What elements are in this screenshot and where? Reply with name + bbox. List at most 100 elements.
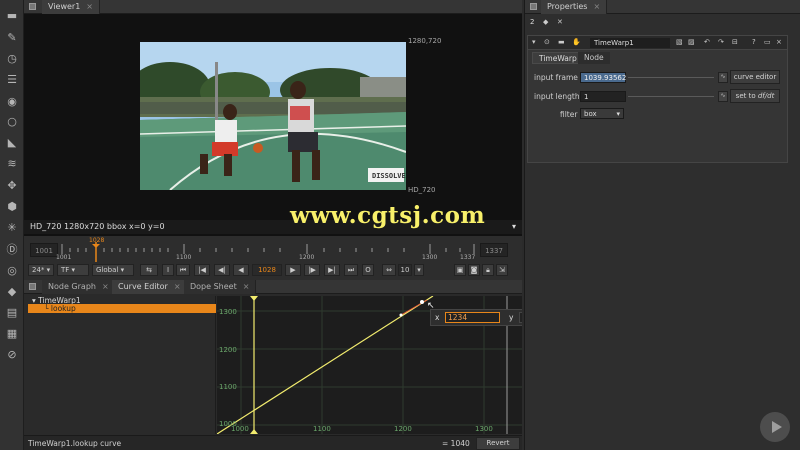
tab-node-graph[interactable]: Node Graph × (42, 280, 116, 294)
loop-mode-icon[interactable]: ⇆ (140, 264, 158, 276)
3d-cube-icon[interactable]: ⬢ (3, 197, 21, 215)
folder-icon[interactable]: ▬ (3, 6, 21, 24)
play-overlay-icon[interactable] (760, 412, 790, 442)
revert-icon[interactable]: ⊟ (732, 38, 738, 46)
tab-dope-sheet[interactable]: Dope Sheet × (184, 280, 257, 294)
close-icon[interactable]: × (174, 282, 181, 291)
end-frame-box[interactable]: 1337 (480, 243, 508, 257)
revert-button[interactable]: Revert (476, 437, 520, 450)
curve-graph[interactable]: 1300 1200 1100 1000 1000 1100 1200 1300 … (217, 296, 522, 434)
eye-icon[interactable]: ◎ (3, 261, 21, 279)
next-keyframe-icon[interactable]: ▶| (324, 264, 340, 276)
lock-icon[interactable]: 🔒︎ (482, 264, 494, 276)
y-axis-label-1300: 1300 (219, 308, 237, 316)
pane-menu-icon[interactable] (29, 3, 36, 10)
max-panels-count[interactable]: 2 (530, 18, 534, 26)
plugins-icon[interactable]: ⊘ (3, 345, 21, 363)
dfdt-label: df/dt (757, 92, 775, 100)
lock-panels-icon[interactable]: ◆ (543, 18, 548, 26)
animation-menu-icon[interactable]: ∿ (718, 72, 728, 83)
redo-icon[interactable]: ↷ (718, 38, 724, 46)
close-icon[interactable]: × (593, 2, 600, 11)
deep-icon[interactable]: Ⓓ (3, 240, 21, 258)
x-axis-label-1200: 1200 (394, 425, 412, 433)
skip-start-icon[interactable]: ⏮ (176, 264, 190, 276)
transform-icon[interactable]: ✥ (3, 176, 21, 194)
tab-properties[interactable]: Properties × (541, 0, 608, 14)
skip-end-icon[interactable]: ⏭ (344, 264, 358, 276)
input-frame-slider[interactable] (628, 77, 714, 78)
particles-icon[interactable]: ✳ (3, 218, 21, 236)
filter-dropdown[interactable]: box ▾ (580, 108, 624, 119)
x-coord-field[interactable]: 1234 (445, 312, 500, 323)
close-icon[interactable]: × (243, 282, 250, 291)
close-icon[interactable]: × (86, 2, 93, 11)
out-point-button[interactable]: O (362, 264, 374, 276)
undo-icon[interactable]: ↶ (704, 38, 710, 46)
paint-brush-icon[interactable]: ✎ (3, 28, 21, 46)
tab-node[interactable]: Node (578, 52, 610, 64)
tf-dropdown[interactable]: TF ▾ (57, 264, 89, 276)
close-icon[interactable]: × (776, 38, 782, 46)
step-increment-icon[interactable]: ⇔ (382, 264, 396, 276)
input-length-field[interactable]: 1 (580, 91, 626, 102)
timeline-ruler[interactable] (60, 238, 478, 262)
y-coord-field[interactable]: 1337 (519, 312, 522, 323)
capture-icon[interactable]: ◙ (468, 264, 480, 276)
clear-panels-icon[interactable]: ✕ (557, 18, 563, 26)
step-forward-icon[interactable]: |▶ (304, 264, 320, 276)
close-icon[interactable]: × (102, 282, 109, 291)
set-to-dfdt-button[interactable]: set to df/dt (730, 89, 780, 103)
pane-menu-icon[interactable] (530, 3, 537, 10)
tab-timewarp[interactable]: TimeWarp (532, 52, 584, 64)
tree-item-lookup[interactable]: └ lookup (28, 304, 216, 313)
filter-icon[interactable]: ◣ (3, 133, 21, 151)
export-icon[interactable]: ⇲ (496, 264, 508, 276)
other-icon[interactable]: ▦ (3, 324, 21, 342)
swatch-2-icon[interactable]: ▨ (688, 38, 695, 46)
curve-tangent-handle[interactable] (399, 313, 403, 317)
step-value-field[interactable]: 10 (398, 264, 412, 276)
toolsets-icon[interactable]: ▤ (3, 303, 21, 321)
pane-menu-icon[interactable] (29, 283, 36, 290)
layers-icon[interactable]: ≋ (3, 154, 21, 172)
play-forward-icon[interactable]: ▶ (285, 264, 301, 276)
clock-icon[interactable]: ◷ (3, 49, 21, 67)
viewer-menu-arrow-icon[interactable]: ▾ (512, 222, 516, 231)
step-dropdown-icon[interactable]: ▾ (414, 264, 424, 276)
play-backward-icon[interactable]: ◀ (233, 264, 249, 276)
input-length-slider[interactable] (628, 96, 714, 97)
color-wheel-icon[interactable]: ◉ (3, 92, 21, 110)
tag-icon[interactable]: ◆ (3, 282, 21, 300)
tree-child-label: lookup (50, 304, 76, 313)
help-icon[interactable]: ? (752, 38, 756, 46)
collapse-icon[interactable]: ▾ (532, 38, 536, 46)
prev-keyframe-icon[interactable]: |◀ (194, 264, 210, 276)
lookup-curve[interactable] (217, 296, 434, 434)
node-graph-tab-label: Node Graph (48, 282, 96, 291)
curve-path-label[interactable]: TimeWarp1.lookup curve (28, 439, 121, 448)
float-icon[interactable]: ▬ (558, 38, 565, 46)
circle-icon[interactable]: ○ (3, 112, 21, 130)
center-node-icon[interactable]: ⊙ (544, 38, 550, 46)
in-point-button[interactable]: I (162, 264, 174, 276)
node-name-field[interactable]: TimeWarp1 (590, 38, 670, 48)
tab-curve-editor[interactable]: Curve Editor × (112, 280, 188, 294)
color-swatch-icon[interactable]: ▧ (676, 38, 683, 46)
float-window-icon[interactable]: ▭ (764, 38, 771, 46)
nuke-window: ▬ ✎ ◷ ☰ ◉ ○ ◣ ≋ ✥ ⬢ ✳ Ⓓ ◎ ◆ ▤ ▦ ⊘ Viewer… (0, 0, 800, 450)
current-frame-field[interactable]: 1028 (252, 264, 282, 276)
channels-icon[interactable]: ☰ (3, 70, 21, 88)
curve-keyframe[interactable] (420, 300, 424, 304)
animation-menu-icon[interactable]: ∿ (718, 91, 728, 102)
fps-dropdown[interactable]: 24* ▾ (28, 264, 54, 276)
global-dropdown[interactable]: Global ▾ (92, 264, 134, 276)
start-frame-box[interactable]: 1001 (30, 243, 58, 257)
flipbook-icon[interactable]: ▣ (454, 264, 466, 276)
step-back-icon[interactable]: ◀| (214, 264, 230, 276)
tab-viewer1[interactable]: Viewer1 × (42, 0, 100, 14)
viewer-image[interactable]: DISSOLVE (140, 42, 406, 190)
input-frame-field[interactable]: 1039.93562 (580, 72, 626, 83)
x-coord-label: x (435, 313, 440, 322)
curve-editor-button[interactable]: curve editor (730, 70, 780, 84)
